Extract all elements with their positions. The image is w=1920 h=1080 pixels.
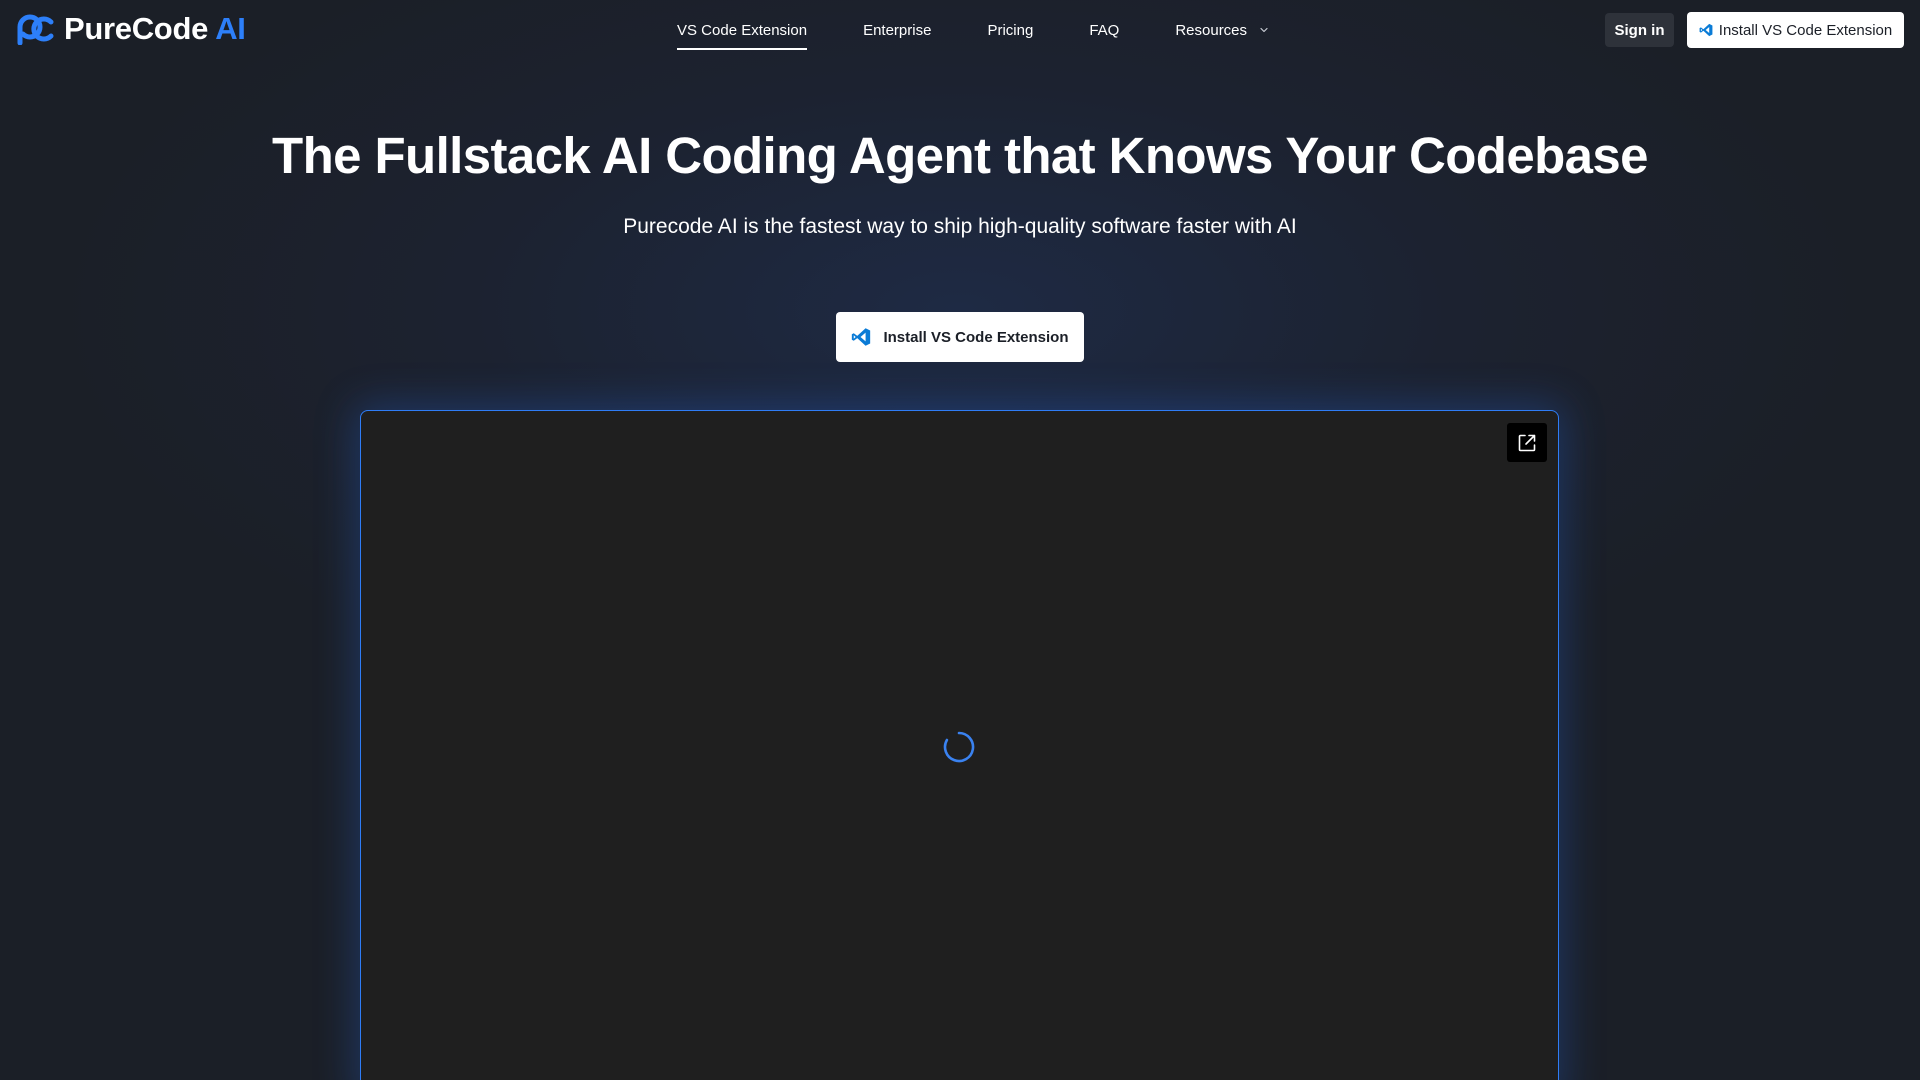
external-link-icon [1518, 434, 1536, 451]
logo[interactable]: PureCode AI [16, 11, 246, 47]
install-extension-hero-label: Install VS Code Extension [883, 328, 1069, 346]
logo-accent: AI [215, 11, 246, 46]
nav-faq[interactable]: FAQ [1089, 16, 1119, 45]
spinner-icon [943, 731, 975, 763]
install-extension-hero-button[interactable]: Install VS Code Extension [836, 312, 1084, 362]
nav-resources[interactable]: Resources [1175, 16, 1269, 45]
hero-title: The Fullstack AI Coding Agent that Knows… [272, 127, 1648, 184]
logo-brand: PureCode [64, 11, 209, 46]
install-extension-header-button[interactable]: Install VS Code Extension [1687, 12, 1904, 48]
vscode-icon [852, 328, 871, 346]
sign-in-button[interactable]: Sign in [1605, 13, 1674, 47]
nav-enterprise[interactable]: Enterprise [863, 16, 931, 45]
purecode-logo-icon [17, 14, 54, 45]
install-extension-header-label: Install VS Code Extension [1718, 21, 1893, 39]
chevron-down-icon [1260, 27, 1268, 33]
vscode-icon [1699, 23, 1713, 37]
page: PureCode AI VS Code Extension Enterprise… [0, 0, 1920, 1080]
nav-resources-label: Resources [1175, 21, 1248, 39]
site-header: PureCode AI VS Code Extension Enterprise… [0, 0, 1920, 60]
nav-vs-code-extension[interactable]: VS Code Extension [677, 16, 808, 50]
demo-video-frame[interactable] [360, 410, 1559, 1080]
nav-pricing[interactable]: Pricing [987, 16, 1033, 45]
open-in-new-window-button[interactable] [1507, 423, 1547, 462]
hero-subtitle: Purecode AI is the fastest way to ship h… [623, 215, 1297, 238]
main-nav: VS Code Extension Enterprise Pricing FAQ… [677, 0, 1269, 60]
logo-text: PureCode AI [64, 11, 246, 47]
